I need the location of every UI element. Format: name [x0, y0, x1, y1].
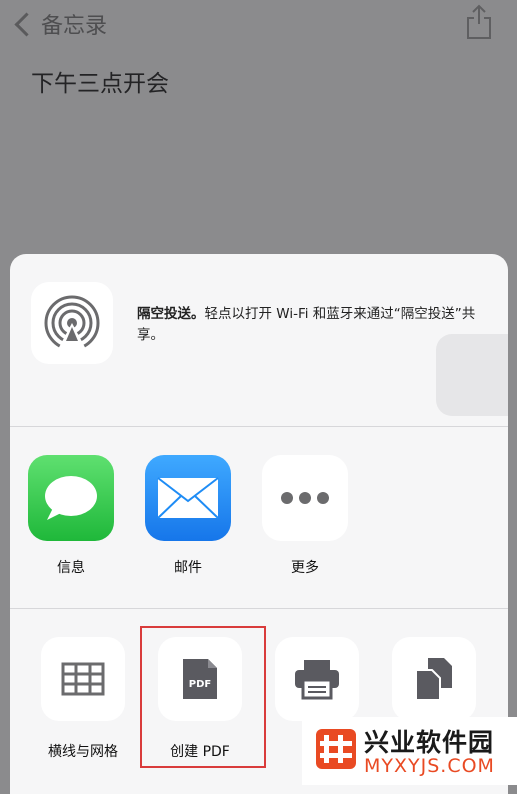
action-print[interactable] [272, 637, 362, 721]
action-copy[interactable] [389, 637, 479, 721]
grid-icon [41, 637, 125, 721]
more-icon [262, 455, 348, 541]
app-mail[interactable]: 邮件 [144, 455, 232, 577]
airdrop-device-placeholder [436, 334, 508, 416]
airdrop-title: 隔空投送。 [137, 306, 205, 322]
note-title: 下午三点开会 [31, 71, 169, 97]
back-button[interactable]: 备忘录 [12, 8, 107, 40]
app-label-mail: 邮件 [174, 560, 202, 576]
highlight-box [140, 626, 266, 768]
watermark-url: MYXYJS.COM [364, 755, 495, 777]
app-label-messages: 信息 [57, 560, 85, 576]
chevron-left-icon [14, 11, 39, 37]
share-icon[interactable] [465, 4, 493, 40]
copy-icon [392, 637, 476, 721]
print-icon [275, 637, 359, 721]
watermark-title: 兴业软件园 [364, 728, 495, 757]
back-label: 备忘录 [41, 14, 108, 39]
watermark: 兴业软件园 MYXYJS.COM [302, 717, 517, 785]
app-messages[interactable]: 信息 [27, 455, 115, 577]
mail-icon [145, 455, 231, 541]
app-row: 信息 邮件 更多 [10, 427, 508, 609]
app-more[interactable]: 更多 [261, 455, 349, 577]
airdrop-description: 隔空投送。轻点以打开 Wi-Fi 和蓝牙来通过“隔空投送”共享。 [137, 304, 487, 346]
airdrop-icon[interactable] [31, 282, 113, 364]
messages-icon [28, 455, 114, 541]
watermark-logo-icon [316, 729, 356, 769]
app-label-more: 更多 [291, 560, 319, 576]
airdrop-section[interactable]: 隔空投送。轻点以打开 Wi-Fi 和蓝牙来通过“隔空投送”共享。 [10, 254, 508, 427]
action-label-lines-grids: 横线与网格 [48, 744, 118, 760]
action-lines-grids[interactable]: 横线与网格 [38, 637, 128, 761]
